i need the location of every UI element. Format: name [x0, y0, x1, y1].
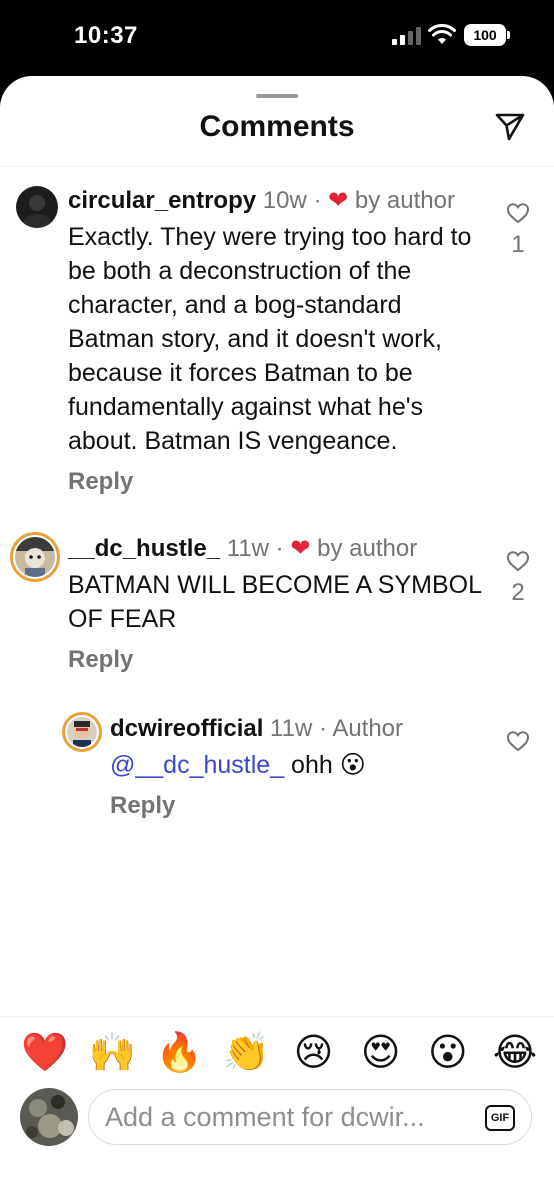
- reply-button[interactable]: Reply: [110, 792, 490, 820]
- reaction-laughing[interactable]: 😂: [490, 1030, 540, 1076]
- comment-meta: dcwireofficial 11w · Author: [110, 714, 490, 744]
- avatar[interactable]: [62, 712, 102, 752]
- comment-meta: circular_entropy 10w · ❤ by author: [68, 186, 488, 216]
- comment-input-placeholder: Add a comment for dcwir...: [105, 1102, 425, 1132]
- comment-username[interactable]: __dc_hustle_: [68, 535, 220, 562]
- reply-text: ohh 😮: [284, 751, 366, 779]
- gif-button[interactable]: GIF: [485, 1105, 515, 1131]
- cellular-signal-icon: [392, 27, 422, 45]
- like-count: 2: [511, 579, 525, 606]
- heart-outline-icon[interactable]: [506, 550, 530, 572]
- heart-icon: ❤: [290, 535, 311, 562]
- reaction-surprised[interactable]: 😮: [423, 1030, 473, 1076]
- reactions-divider: [0, 1016, 554, 1017]
- meta-separator: ·: [313, 187, 322, 214]
- reaction-heart-eyes[interactable]: 😍: [356, 1030, 406, 1076]
- like-control[interactable]: 1: [498, 202, 538, 259]
- like-control[interactable]: [498, 730, 538, 757]
- like-count: 1: [511, 231, 525, 258]
- comment-time: 11w: [226, 535, 269, 562]
- comment-time: 11w: [270, 715, 313, 742]
- meta-separator: ·: [275, 535, 284, 562]
- status-bar: 10:37 100: [0, 0, 554, 78]
- liked-by-label: by author: [354, 187, 455, 214]
- meta-separator: ·: [318, 715, 327, 742]
- comment-text: BATMAN WILL BECOME A SYMBOL OF FEAR: [68, 571, 482, 633]
- reaction-fire[interactable]: 🔥: [154, 1030, 204, 1076]
- comment-item: circular_entropy 10w · ❤ by author Exact…: [0, 176, 554, 506]
- header-divider: [0, 166, 554, 167]
- heart-outline-icon[interactable]: [506, 202, 530, 224]
- mention-link[interactable]: @__dc_hustle_: [110, 751, 284, 779]
- comment-input[interactable]: Add a comment for dcwir... GIF: [88, 1089, 532, 1145]
- reaction-heart[interactable]: ❤️: [20, 1030, 70, 1076]
- comment-item: __dc_hustle_ 11w · ❤ by author BATMAN WI…: [0, 524, 554, 694]
- comment-text: Exactly. They were trying too hard to be…: [68, 223, 472, 455]
- reaction-crying[interactable]: 😢: [289, 1030, 339, 1076]
- comments-sheet: Comments circular_entropy 10w · ❤ by aut…: [0, 76, 554, 1200]
- heart-outline-icon[interactable]: [506, 730, 530, 752]
- quick-reactions: ❤️ 🙌 🔥 👏 😢 😍 😮 😂: [20, 1030, 540, 1076]
- like-control[interactable]: 2: [498, 550, 538, 607]
- reply-button[interactable]: Reply: [68, 646, 488, 674]
- sheet-grabber[interactable]: [256, 94, 298, 98]
- heart-icon: ❤: [328, 187, 349, 214]
- wifi-icon: [428, 24, 456, 44]
- comment-username[interactable]: dcwireofficial: [110, 715, 263, 742]
- sheet-title: Comments: [199, 110, 355, 143]
- author-label: Author: [332, 715, 404, 742]
- battery-icon: 100: [464, 24, 510, 46]
- avatar[interactable]: [16, 186, 58, 228]
- comment-time: 10w: [262, 187, 307, 214]
- status-time: 10:37: [74, 22, 138, 49]
- reply-item: dcwireofficial 11w · Author @__dc_hustle…: [0, 704, 554, 834]
- reply-button[interactable]: Reply: [68, 468, 488, 496]
- send-icon[interactable]: [494, 110, 526, 142]
- composer-avatar: [20, 1088, 78, 1146]
- reaction-raised-hands[interactable]: 🙌: [87, 1030, 137, 1076]
- comment-meta: __dc_hustle_ 11w · ❤ by author: [68, 534, 488, 564]
- comment-username[interactable]: circular_entropy: [68, 187, 256, 214]
- liked-by-label: by author: [317, 535, 418, 562]
- reaction-clap[interactable]: 👏: [221, 1030, 271, 1076]
- avatar[interactable]: [10, 532, 60, 582]
- comment-text: @__dc_hustle_ ohh 😮: [110, 748, 490, 782]
